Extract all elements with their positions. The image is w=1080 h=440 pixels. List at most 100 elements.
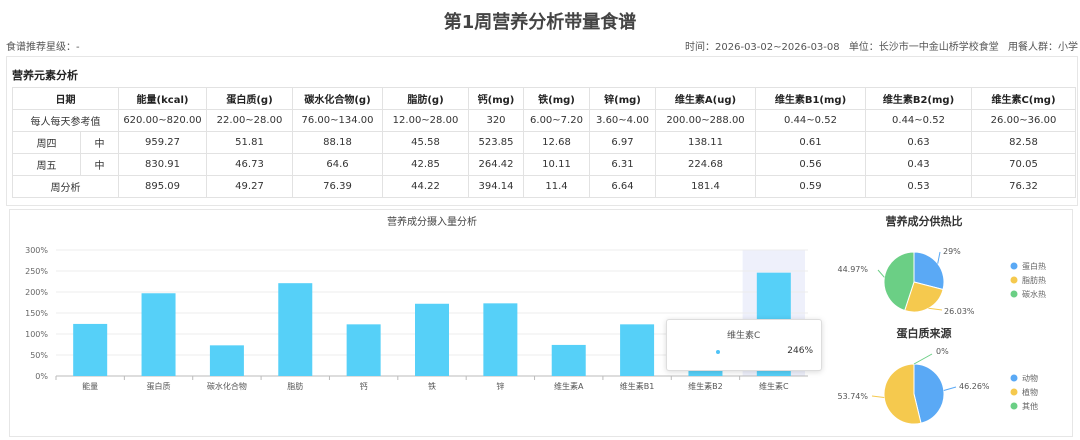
pie-label: 44.97% xyxy=(837,265,868,274)
column-header: 锌(mg) xyxy=(589,87,656,110)
x-tick-label: 碳水化合物 xyxy=(207,381,247,391)
table-cell: 3.60~4.00 xyxy=(589,109,656,132)
table-cell: 6.00~7.20 xyxy=(523,109,590,132)
time-range: 时间：2026-03-02~2026-03-08 xyxy=(685,42,840,53)
table-cell: 12.68 xyxy=(523,131,590,154)
table-cell: 181.4 xyxy=(655,175,756,198)
legend-label: 动物 xyxy=(1022,373,1038,383)
pie-leader-line xyxy=(928,307,943,311)
legend-dot xyxy=(1010,402,1018,410)
recipe-rating: 食谱推荐星级：- xyxy=(6,42,80,53)
table-cell: 200.00~288.00 xyxy=(655,109,756,132)
table-cell: 523.85 xyxy=(468,131,524,154)
table-cell: 6.31 xyxy=(589,153,656,176)
bar xyxy=(483,303,518,376)
pie-label: 46.26% xyxy=(959,382,990,391)
column-header: 能量(kcal) xyxy=(118,87,207,110)
bar xyxy=(278,283,313,376)
table-cell: 64.6 xyxy=(292,153,383,176)
table-row-thursday: 周四 中 959.27 51.81 88.18 45.58 523.85 12.… xyxy=(12,131,1076,154)
table-cell: 394.14 xyxy=(468,175,524,198)
column-header: 碳水化合物(g) xyxy=(292,87,383,110)
chart-panel: 营养成分摄入量分析 0% 50% 100% 150% 200% 250% 300% 能量 蛋白质 碳… xyxy=(9,209,1073,437)
meta-info: 时间：2026-03-02~2026-03-08 单位：长沙市一中金山桥学校食堂… xyxy=(679,38,1078,53)
table-cell: 0.43 xyxy=(865,153,972,176)
table-cell: 6.97 xyxy=(589,131,656,154)
x-tick-label: 能量 xyxy=(82,381,98,391)
table-cell: 45.58 xyxy=(382,131,469,154)
row-meal: 中 xyxy=(80,153,119,176)
row-day: 周四 xyxy=(12,131,81,154)
table-cell: 46.73 xyxy=(206,153,293,176)
y-tick-label: 200% xyxy=(25,288,48,297)
table-cell: 22.00~28.00 xyxy=(206,109,293,132)
legend-dot xyxy=(1010,388,1018,396)
pie-leader-line xyxy=(871,395,885,399)
row-label: 周分析 xyxy=(12,175,119,198)
table-cell: 138.11 xyxy=(655,131,756,154)
row-label: 每人每天参考值 xyxy=(12,109,119,132)
bar xyxy=(551,344,586,376)
column-header: 脂肪(g) xyxy=(382,87,469,110)
tooltip-dot xyxy=(716,350,720,354)
bar xyxy=(209,345,244,376)
bar xyxy=(415,303,449,376)
table-cell: 6.64 xyxy=(589,175,656,198)
table-cell: 51.81 xyxy=(206,131,293,154)
unit-name: 单位：长沙市一中金山桥学校食堂 xyxy=(848,42,999,53)
table-cell: 620.00~820.00 xyxy=(118,109,207,132)
table-row-friday: 周五 中 830.91 46.73 64.6 42.85 264.42 10.1… xyxy=(12,153,1076,176)
table-cell: 0.59 xyxy=(755,175,866,198)
column-header: 维生素B2(mg) xyxy=(865,87,972,110)
legend-label: 植物 xyxy=(1022,387,1038,397)
table-cell: 88.18 xyxy=(292,131,383,154)
pie-leader-line xyxy=(943,386,957,391)
bar-chart-title: 营养成分摄入量分析 xyxy=(387,215,477,228)
nutrient-table: 日期 能量(kcal) 蛋白质(g) 碳水化合物(g) 脂肪(g) 钙(mg) … xyxy=(12,87,1076,198)
pie-leader-line xyxy=(877,269,885,278)
table-cell: 76.39 xyxy=(292,175,383,198)
table-cell: 0.44~0.52 xyxy=(755,109,866,132)
column-header: 蛋白质(g) xyxy=(206,87,293,110)
table-cell: 0.56 xyxy=(755,153,866,176)
legend-dot xyxy=(1010,374,1018,382)
x-tick-label: 维生素B2 xyxy=(688,381,723,391)
y-tick-label: 0% xyxy=(35,372,48,381)
row-meal: 中 xyxy=(80,131,119,154)
pie-leader-line xyxy=(913,353,933,365)
y-tick-label: 150% xyxy=(25,309,48,318)
legend-label: 蛋白热 xyxy=(1022,261,1046,271)
column-header: 钙(mg) xyxy=(468,87,524,110)
table-cell: 82.58 xyxy=(971,131,1076,154)
table-cell: 264.42 xyxy=(468,153,524,176)
x-tick-label: 脂肪 xyxy=(287,381,303,391)
column-header: 铁(mg) xyxy=(523,87,590,110)
table-cell: 0.61 xyxy=(755,131,866,154)
x-tick-label: 维生素B1 xyxy=(620,381,655,391)
bar xyxy=(620,324,655,376)
section-title: 营养元素分析 xyxy=(12,69,78,82)
x-tick-label: 蛋白质 xyxy=(147,381,171,391)
bar xyxy=(73,323,108,376)
table-cell: 76.32 xyxy=(971,175,1076,198)
pie-label: 53.74% xyxy=(837,392,868,401)
charts-svg: 营养成分摄入量分析 0% 50% 100% 150% 200% 250% 300% 能量 蛋白质 碳… xyxy=(25,214,1046,425)
pie-title: 蛋白质来源 xyxy=(897,326,952,340)
table-cell: 0.53 xyxy=(865,175,972,198)
nutrient-table-panel: 营养元素分析 日期 能量(kcal) 蛋白质(g) 碳水化合物(g) 脂肪(g)… xyxy=(6,56,1078,206)
column-header: 维生素C(mg) xyxy=(971,87,1076,110)
legend-dot xyxy=(1010,262,1018,270)
table-cell: 320 xyxy=(468,109,524,132)
table-cell: 11.4 xyxy=(523,175,590,198)
table-cell: 44.22 xyxy=(382,175,469,198)
x-tick-label: 铁 xyxy=(428,381,436,391)
table-row-reference: 每人每天参考值 620.00~820.00 22.00~28.00 76.00~… xyxy=(12,109,1076,132)
pie-label: 0% xyxy=(936,347,949,356)
pie-label: 26.03% xyxy=(944,307,975,316)
table-cell: 26.00~36.00 xyxy=(971,109,1076,132)
legend-dot xyxy=(1010,276,1018,284)
table-header-row: 日期 能量(kcal) 蛋白质(g) 碳水化合物(g) 脂肪(g) 钙(mg) … xyxy=(12,87,1076,110)
legend-label: 碳水热 xyxy=(1022,289,1046,299)
target-group: 用餐人群：小学 xyxy=(1008,42,1078,53)
pie-leader-line xyxy=(937,251,941,264)
